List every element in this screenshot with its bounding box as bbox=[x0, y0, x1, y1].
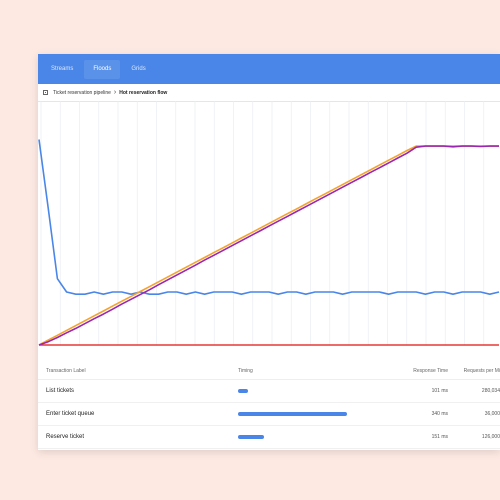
timing-fill bbox=[238, 435, 264, 439]
chevron-right-icon: › bbox=[113, 89, 117, 96]
timing-track bbox=[238, 389, 398, 393]
breadcrumb: Ticket reservation pipeline › Hot reserv… bbox=[38, 84, 500, 102]
timing-bar bbox=[238, 403, 398, 425]
table-row[interactable]: Reserve ticket 151 ms 126,000 bbox=[38, 426, 500, 449]
row-label: Enter payment details bbox=[46, 449, 104, 450]
pipeline-icon bbox=[43, 90, 48, 95]
row-label: Reserve ticket bbox=[46, 434, 85, 440]
header-requests: Requests per Mi bbox=[463, 367, 500, 374]
tab-streams[interactable]: Streams bbox=[42, 60, 82, 79]
chart-svg bbox=[38, 101, 500, 346]
tab-floods[interactable]: Floods bbox=[84, 59, 121, 79]
table-row[interactable]: Enter payment details 780 ms 28,102 bbox=[38, 449, 500, 450]
timing-track bbox=[238, 412, 398, 416]
row-requests: 28,102 bbox=[456, 449, 500, 450]
row-requests: 36,000 bbox=[484, 411, 500, 417]
table-row[interactable]: Enter ticket queue 340 ms 36,000 bbox=[38, 403, 500, 426]
timing-bar bbox=[238, 426, 398, 448]
row-response-time: 780 ms bbox=[398, 449, 448, 450]
row-label: Enter ticket queue bbox=[46, 411, 95, 417]
breadcrumb-parent[interactable]: Ticket reservation pipeline bbox=[53, 90, 111, 96]
load-test-chart bbox=[38, 101, 500, 362]
row-response-time: 151 ms bbox=[431, 434, 448, 440]
row-requests: 280,034 bbox=[481, 388, 500, 394]
header-response-time: Response Time bbox=[413, 367, 448, 374]
table-header: Transaction Label Timing Response Time R… bbox=[38, 362, 500, 380]
row-label: List tickets bbox=[46, 388, 75, 394]
timing-fill bbox=[238, 412, 347, 416]
breadcrumb-current: Hot reservation flow bbox=[119, 89, 168, 96]
header-timing: Timing bbox=[238, 367, 253, 374]
row-requests: 126,000 bbox=[481, 434, 500, 440]
top-nav-bar: Streams Floods Grids bbox=[38, 54, 500, 84]
timing-fill bbox=[238, 389, 248, 393]
timing-bar bbox=[238, 449, 398, 450]
timing-track bbox=[238, 435, 398, 439]
table-row[interactable]: List tickets 101 ms 280,034 bbox=[38, 380, 500, 403]
series-line-0 bbox=[38, 139, 500, 295]
row-response-time: 101 ms bbox=[431, 388, 448, 394]
row-response-time: 340 ms bbox=[431, 411, 448, 417]
series-line-1 bbox=[38, 145, 499, 346]
timing-bar bbox=[238, 380, 398, 402]
series-line-2 bbox=[38, 145, 499, 346]
tab-grids[interactable]: Grids bbox=[122, 60, 154, 79]
transactions-table: Transaction Label Timing Response Time R… bbox=[38, 362, 500, 450]
header-transaction-label: Transaction Label bbox=[46, 367, 86, 374]
app-window: Streams Floods Grids Ticket reservation … bbox=[38, 54, 500, 450]
